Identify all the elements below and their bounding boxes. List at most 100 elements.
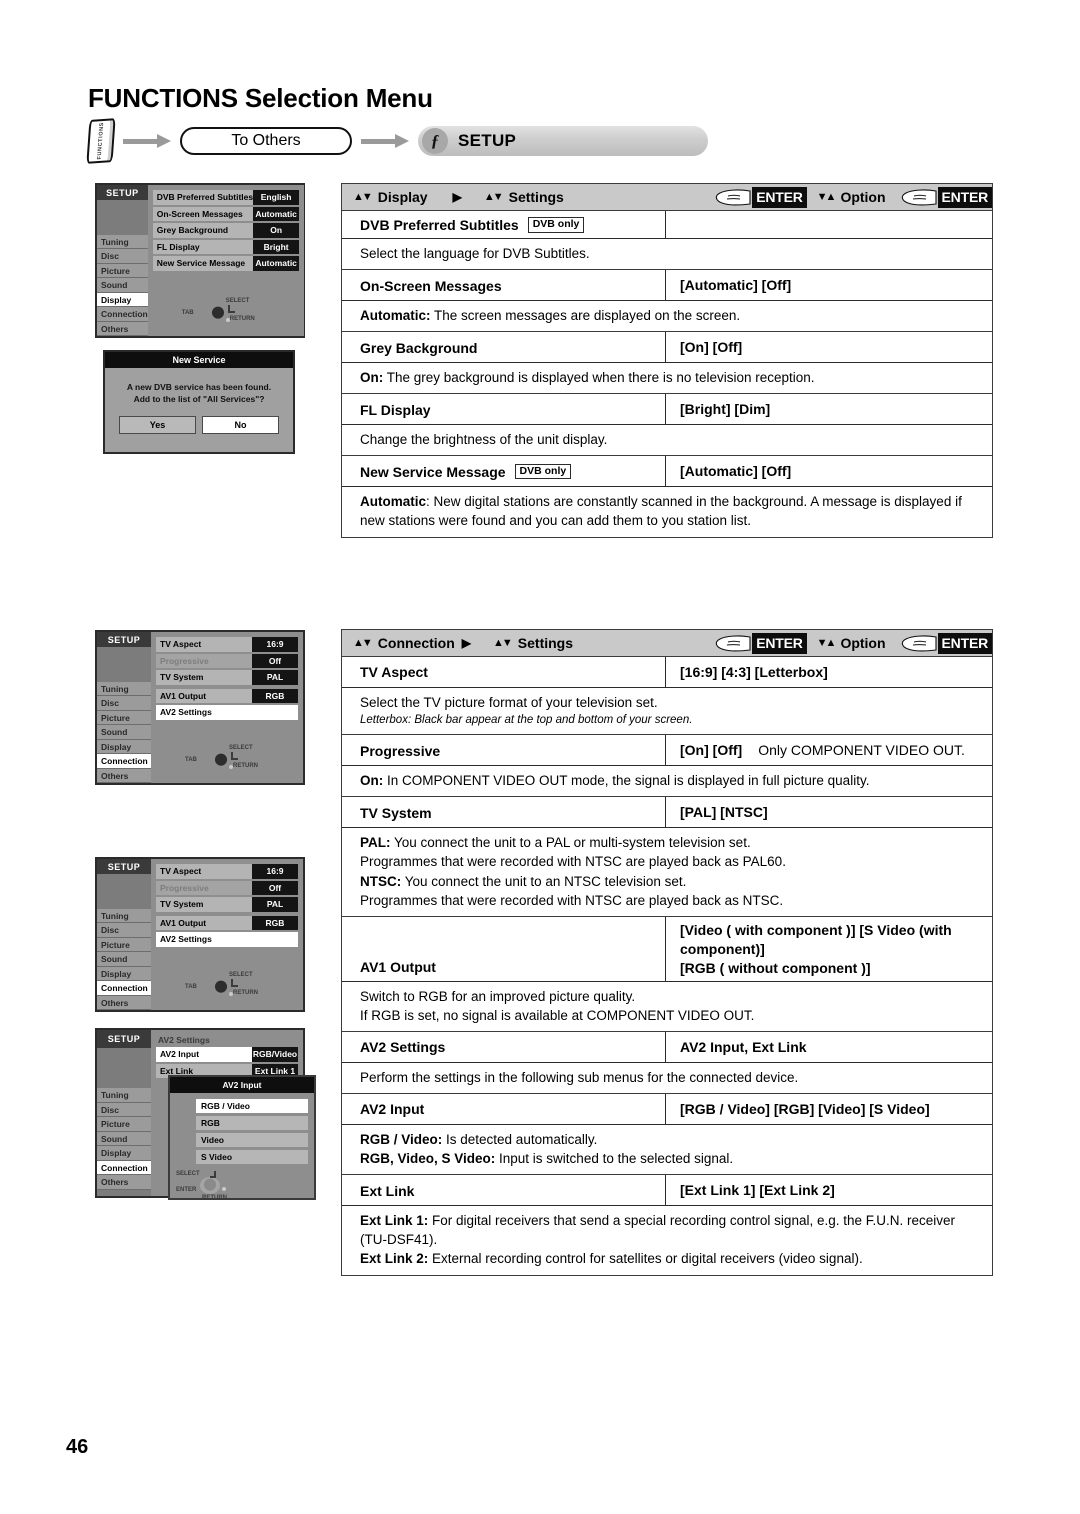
osd-row-value: RGB — [252, 688, 298, 703]
breadcrumb-to-others[interactable]: To Others — [180, 127, 352, 155]
osd-row[interactable]: AV2 Settings — [156, 705, 298, 720]
row-description: Change the brightness of the unit displa… — [342, 425, 992, 455]
yes-button[interactable]: Yes — [119, 415, 196, 434]
osd-content: DVB Preferred Subtitles English On-Scree… — [147, 185, 305, 336]
dialog-buttons: Yes No — [105, 415, 293, 446]
osd-content: TV Aspect 16:9 Progressive Off TV System… — [151, 632, 303, 783]
row-label-cell: New Service Message DVB only — [342, 456, 666, 488]
dpad-hint-icon: SELECT ENTER RETURN — [176, 1169, 262, 1201]
popup-item-rgb[interactable]: RGB — [196, 1116, 308, 1130]
osd-title: SETUP — [97, 185, 148, 201]
osd-row-value: On — [253, 223, 300, 238]
row-label-cell: Progressive — [342, 735, 666, 767]
sidebar-item-tuning[interactable]: Tuning — [97, 908, 151, 923]
sidebar-item-connection[interactable]: Connection — [97, 981, 151, 996]
osd-row[interactable]: Progressive Off — [156, 653, 298, 668]
row-options: [On] [Off] — [680, 742, 743, 759]
sidebar-item-connection[interactable]: Connection — [97, 1160, 151, 1175]
sidebar-item-disc[interactable]: Disc — [97, 696, 151, 711]
sidebar-item-others[interactable]: Others — [97, 995, 151, 1010]
osd-row[interactable]: AV2 Settings — [156, 932, 298, 947]
sidebar-item-tuning[interactable]: Tuning — [97, 681, 151, 696]
desc-bold: Automatic: — [360, 308, 431, 324]
sidebar-item-disc[interactable]: Disc — [97, 1102, 151, 1117]
sidebar-item-picture[interactable]: Picture — [97, 1117, 151, 1132]
osd-row[interactable]: TV System PAL — [156, 897, 298, 912]
sidebar-item-connection[interactable]: Connection — [97, 754, 151, 769]
sidebar-item-sound[interactable]: Sound — [97, 1131, 151, 1146]
sidebar-item-connection[interactable]: Connection — [97, 307, 148, 322]
table-row: AV1 Output [Video ( with component )] [S… — [342, 916, 992, 1032]
sidebar-item-picture[interactable]: Picture — [97, 710, 151, 725]
row-description: Perform the settings in the following su… — [342, 1063, 992, 1093]
enter-badge-1[interactable]: ENTER — [752, 632, 807, 654]
sidebar-item-disc[interactable]: Disc — [97, 249, 148, 264]
sidebar-item-display[interactable]: Display — [97, 966, 151, 981]
popup-item-rgb-video[interactable]: RGB / Video — [196, 1099, 308, 1113]
osd-sidebar: SETUP Tuning Disc Picture Sound Display … — [97, 1030, 151, 1196]
osd-row-value: English — [253, 190, 300, 205]
sidebar-item-sound[interactable]: Sound — [97, 278, 148, 293]
sidebar-item-others[interactable]: Others — [97, 321, 148, 336]
dpad-hint-icon: TAB SELECT RETURN — [182, 297, 268, 329]
row-options-cell: AV2 Input, Ext Link — [666, 1032, 992, 1063]
row-label: On-Screen Messages — [360, 277, 502, 294]
sidebar-item-display[interactable]: Display — [97, 739, 151, 754]
arrow-icon-2 — [361, 134, 409, 148]
osd-row[interactable]: AV1 Output RGB — [156, 915, 298, 930]
enter-badge-2[interactable]: ENTER — [937, 186, 992, 208]
osd-row-label: Progressive — [156, 653, 252, 668]
header-col1-label: Connection — [377, 635, 455, 651]
popup-item-video[interactable]: Video — [196, 1133, 308, 1147]
osd-row[interactable]: DVB Preferred Subtitles English — [152, 190, 300, 205]
sidebar-item-disc[interactable]: Disc — [97, 923, 151, 938]
osd-row[interactable]: TV Aspect 16:9 — [156, 637, 298, 652]
enter-badge-2[interactable]: ENTER — [937, 632, 992, 654]
header-col2-label: Settings — [508, 189, 564, 205]
new-service-dialog: New Service A new DVB service has been f… — [103, 350, 295, 454]
dpad-select-label: SELECT — [229, 972, 253, 978]
osd-row[interactable]: On-Screen Messages Automatic — [152, 206, 300, 221]
breadcrumb-setup[interactable]: ƒ SETUP — [418, 126, 708, 156]
osd-row-label: New Service Message — [152, 256, 254, 271]
triangle-down-up-icon: ▼▲ — [816, 191, 837, 203]
table-row: TV System [PAL] [NTSC] PAL: You connect … — [342, 797, 992, 917]
osd-row[interactable]: AV2 Input RGB/Video — [156, 1047, 298, 1062]
popup-item-s-video[interactable]: S Video — [196, 1150, 308, 1164]
sidebar-item-sound[interactable]: Sound — [97, 725, 151, 740]
sidebar-item-display[interactable]: Display — [97, 292, 148, 307]
osd-row[interactable]: Grey Background On — [152, 223, 300, 238]
sidebar-item-sound[interactable]: Sound — [97, 952, 151, 967]
pointing-hand-icon — [900, 188, 938, 206]
osd-row-value: PAL — [252, 897, 298, 912]
row-options-cell — [666, 211, 992, 239]
row-options-cell: [On] [Off] Only COMPONENT VIDEO OUT. — [666, 735, 992, 767]
osd-row-label: TV Aspect — [156, 864, 252, 879]
sidebar-item-others[interactable]: Others — [97, 1175, 151, 1190]
enter-badge-1[interactable]: ENTER — [752, 186, 807, 208]
osd-title: SETUP — [97, 632, 151, 648]
sidebar-item-picture[interactable]: Picture — [97, 937, 151, 952]
row-options-cell: [Automatic] [Off] — [666, 456, 992, 488]
sidebar-item-display[interactable]: Display — [97, 1146, 151, 1161]
osd-row[interactable]: New Service Message Automatic — [152, 256, 300, 271]
desc-text: You connect the unit to a PAL or multi-s… — [390, 835, 751, 851]
breadcrumb: FUNCTIONS To Others ƒ SETUP — [86, 118, 708, 164]
sidebar-item-tuning[interactable]: Tuning — [97, 1088, 151, 1103]
osd-row[interactable]: Progressive Off — [156, 880, 298, 895]
desc-bold: Ext Link 2: — [360, 1251, 429, 1267]
sidebar-item-tuning[interactable]: Tuning — [97, 234, 148, 249]
no-button[interactable]: No — [202, 415, 279, 434]
row-description: PAL: You connect the unit to a PAL or mu… — [342, 828, 992, 916]
osd-row[interactable]: TV System PAL — [156, 670, 298, 685]
osd-row[interactable]: TV Aspect 16:9 — [156, 864, 298, 879]
table-row: FL Display [Bright] [Dim] Change the bri… — [342, 394, 992, 457]
sidebar-item-picture[interactable]: Picture — [97, 263, 148, 278]
header-col1-group: ▲▼ Connection ▶ — [342, 635, 471, 651]
osd-row-value: Bright — [253, 239, 300, 254]
dpad-tab-label: TAB — [181, 310, 194, 316]
osd-row[interactable]: FL Display Bright — [152, 239, 300, 254]
row-description: Ext Link 1: For digital receivers that s… — [342, 1206, 992, 1274]
sidebar-item-others[interactable]: Others — [97, 768, 151, 783]
osd-row[interactable]: AV1 Output RGB — [156, 688, 298, 703]
